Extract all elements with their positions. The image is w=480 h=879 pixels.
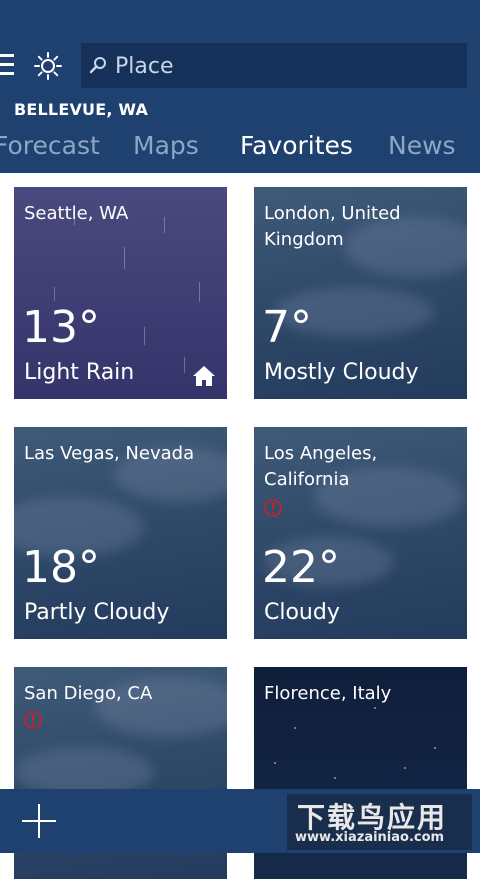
sun-icon[interactable] — [34, 52, 62, 80]
tile-temperature: 13° — [22, 302, 100, 353]
favorite-tile-seattle[interactable]: Seattle, WA 13° Light Rain — [14, 187, 227, 399]
plus-icon[interactable] — [22, 804, 56, 838]
alert-icon[interactable] — [264, 499, 282, 517]
favorite-tile-london[interactable]: London, United Kingdom 7° Mostly Cloudy — [254, 187, 467, 399]
tile-city: Seattle, WA — [24, 203, 129, 224]
hamburger-icon[interactable] — [0, 54, 14, 76]
tile-city: Las Vegas, Nevada — [24, 443, 195, 464]
tab-favorites[interactable]: Favorites — [240, 131, 353, 160]
tile-condition: Mostly Cloudy — [264, 360, 419, 385]
tile-city: San Diego, CA — [24, 683, 153, 704]
tab-bar: Forecast Maps Favorites News — [0, 131, 480, 165]
tile-temperature: 22° — [262, 542, 340, 593]
favorite-tile-las-vegas[interactable]: Las Vegas, Nevada 18° Partly Cloudy — [14, 427, 227, 639]
tile-temperature: 7° — [262, 302, 312, 353]
watermark-url: www.xiazainiao.com — [295, 830, 445, 845]
watermark: 下载鸟应用 www.xiazainiao.com — [287, 794, 472, 850]
search-input[interactable] — [113, 51, 457, 81]
tile-condition: Light Rain — [24, 360, 135, 385]
current-location: BELLEVUE, WA — [14, 100, 149, 119]
tile-city: London, United Kingdom — [264, 203, 401, 250]
tile-temperature: 18° — [22, 542, 100, 593]
tab-news[interactable]: News — [388, 131, 456, 160]
tile-condition: Cloudy — [264, 600, 340, 625]
alert-icon[interactable] — [24, 711, 42, 729]
app-header: BELLEVUE, WA Forecast Maps Favorites New… — [0, 0, 480, 173]
search-icon — [89, 57, 106, 74]
favorite-tile-los-angeles[interactable]: Los Angeles, California 22° Cloudy — [254, 427, 467, 639]
tab-forecast[interactable]: Forecast — [0, 131, 100, 160]
home-icon — [193, 366, 215, 386]
tab-maps[interactable]: Maps — [133, 131, 199, 160]
tile-condition: Partly Cloudy — [24, 600, 170, 625]
tile-city: Florence, Italy — [264, 683, 392, 704]
tile-city: Los Angeles, California — [264, 443, 378, 490]
search-box[interactable] — [81, 43, 467, 88]
